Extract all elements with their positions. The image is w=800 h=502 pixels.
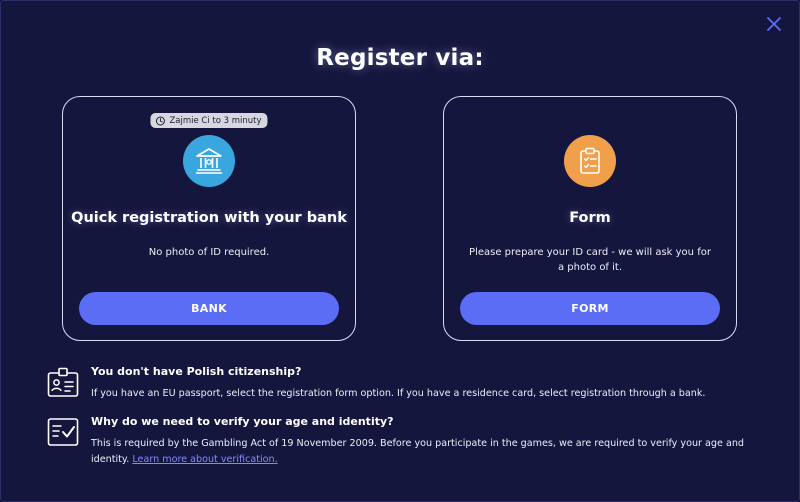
time-estimate-text: Zajmie Ci to 3 minuty (169, 115, 262, 126)
bank-card-title: Quick registration with your bank (71, 210, 347, 226)
id-card-icon (47, 367, 79, 397)
registration-modal: Register via: Zajmie Ci to 3 minuty Quic… (0, 0, 800, 502)
bank-button[interactable]: BANK (79, 292, 339, 325)
modal-title: Register via: (316, 45, 484, 71)
citizenship-info-title: You don't have Polish citizenship? (91, 365, 302, 378)
verification-info-title: Why do we need to verify your age and id… (91, 415, 394, 428)
bank-option-card: Zajmie Ci to 3 minuty Quick registration… (62, 96, 356, 341)
clock-icon (155, 116, 165, 125)
form-button[interactable]: FORM (460, 292, 720, 325)
verification-info-body-wrap: This is required by the Gambling Act of … (91, 436, 759, 468)
learn-more-link[interactable]: Learn more about verification. (132, 454, 277, 465)
time-estimate-badge: Zajmie Ci to 3 minuty (150, 113, 268, 128)
form-card-title: Form (569, 210, 611, 226)
form-card-description: Please prepare your ID card - we will as… (469, 247, 711, 273)
close-icon[interactable] (765, 15, 783, 33)
clipboard-checklist-icon (564, 135, 616, 187)
form-option-card: Form Please prepare your ID card - we wi… (443, 96, 737, 341)
citizenship-info-body: If you have an EU passport, select the r… (91, 388, 706, 399)
bank-building-icon (183, 135, 235, 187)
checklist-icon (47, 418, 79, 446)
bank-card-description: No photo of ID required. (148, 247, 270, 258)
